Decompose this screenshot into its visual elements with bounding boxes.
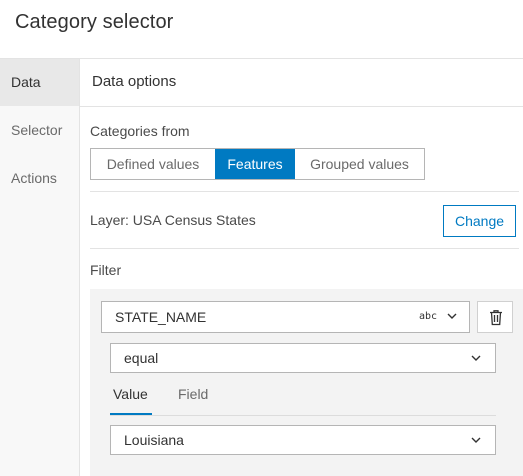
section-title: Data options [92, 73, 177, 90]
sidebar-item-actions[interactable]: Actions [0, 155, 79, 202]
chevron-down-icon [469, 433, 483, 452]
tab-value[interactable]: Value [113, 386, 148, 402]
active-tab-indicator [110, 413, 152, 415]
tab-field[interactable]: Field [178, 386, 208, 402]
grouped-values-option[interactable]: Grouped values [295, 149, 424, 179]
panel-title: Category selector [15, 11, 174, 33]
chevron-down-icon [445, 309, 459, 328]
panel-header: Category selector [0, 0, 523, 59]
chevron-down-icon [469, 351, 483, 370]
field-select[interactable]: STATE_NAME abc [101, 301, 470, 333]
value-selected: Louisiana [124, 432, 184, 448]
divider [90, 191, 519, 192]
features-option[interactable]: Features [215, 149, 295, 179]
operator-value: equal [124, 350, 159, 366]
main-panel: Data options Categories from Defined val… [80, 59, 523, 476]
sidebar-item-selector[interactable]: Selector [0, 107, 79, 154]
layer-label: Layer: USA Census States [90, 212, 256, 228]
filter-clause: STATE_NAME abc equal Value Field Louisia… [90, 289, 523, 476]
categories-source-selector: Defined values Features Grouped values [90, 148, 425, 180]
sidebar: Data Selector Actions [0, 59, 80, 476]
filter-label: Filter [90, 262, 122, 278]
operator-select[interactable]: equal [110, 343, 496, 373]
string-type-icon: abc [419, 311, 438, 322]
delete-clause-button[interactable] [477, 301, 513, 333]
categories-from-label: Categories from [90, 123, 190, 139]
value-field-tabs: Value Field [110, 377, 496, 416]
change-layer-button[interactable]: Change [443, 205, 516, 237]
defined-values-option[interactable]: Defined values [91, 149, 215, 179]
section-header: Data options [80, 59, 523, 107]
divider [90, 248, 519, 249]
sidebar-item-data[interactable]: Data [0, 59, 79, 106]
field-name: STATE_NAME [115, 309, 207, 325]
value-select[interactable]: Louisiana [110, 425, 496, 455]
